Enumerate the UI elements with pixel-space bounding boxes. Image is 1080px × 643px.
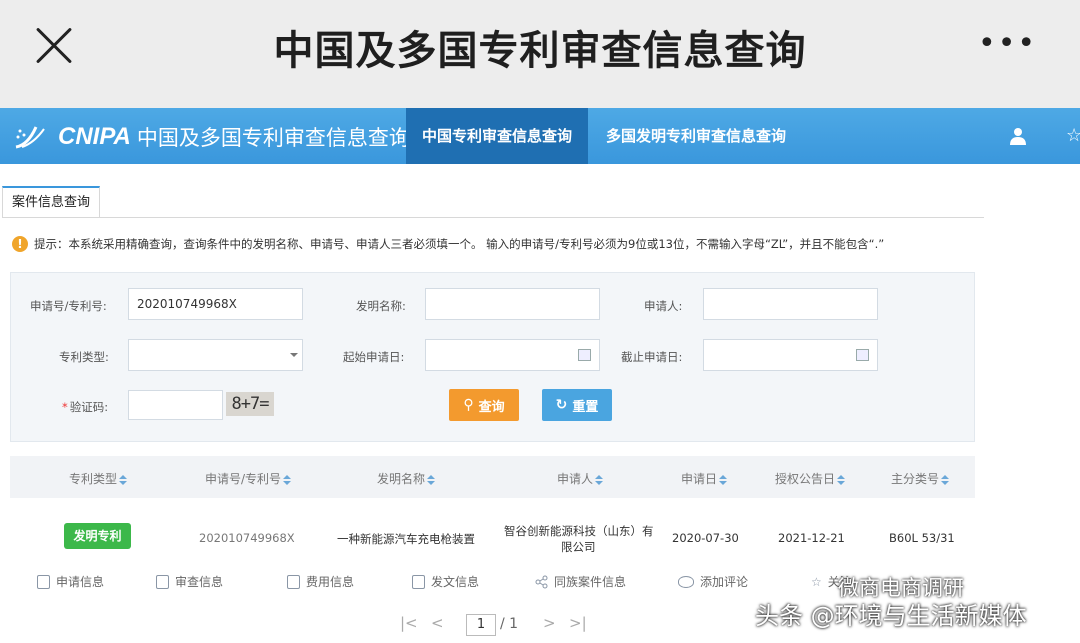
favorite-icon[interactable]: ☆ [1066,125,1080,146]
app-top-bar: 中国及多国专利审查信息查询 ••• [0,0,1080,108]
first-page-button[interactable]: |< [400,614,418,632]
chevron-down-icon [290,353,298,357]
prev-page-button[interactable]: < [431,614,444,632]
end-date-input[interactable] [703,339,878,371]
notice-bar: ! 提示：本系统采用精确查询，查询条件中的发明名称、申请号、申请人三者必须填一个… [12,236,884,252]
captcha-label-text: 验证码: [69,400,109,414]
column-header[interactable]: 申请人 [557,470,604,487]
fee-info-link[interactable]: 费用信息 [287,573,354,590]
sort-icon[interactable] [595,474,604,485]
sort-icon[interactable] [119,474,128,485]
warning-icon: ! [12,236,28,252]
invention-name-label: 发明名称: [356,299,406,313]
money-icon [287,574,300,589]
source-caption: 头条 @环境与生活新媒体 [755,602,1027,630]
search-button-label: 查询 [478,399,505,415]
column-header[interactable]: 申请日 [681,470,728,487]
dispatch-info-link[interactable]: 发文信息 [412,573,479,590]
application-number-cell[interactable]: 202010749968X [199,531,295,545]
calendar-icon[interactable] [578,349,591,361]
application-no-label: 申请号/专利号: [30,299,107,313]
column-header[interactable]: 授权公告日 [775,470,846,487]
next-page-button[interactable]: > [543,614,556,632]
sort-icon[interactable] [719,474,728,485]
grant-date-cell: 2021-12-21 [778,531,845,545]
tab-multinational-patent[interactable]: 多国发明专利审查信息查询 [590,108,802,164]
comment-icon [678,575,694,588]
search-icon: ⚲ [463,397,474,413]
sort-icon[interactable] [427,474,436,485]
page-number-input[interactable]: 1 [466,614,496,636]
more-options-icon[interactable]: ••• [978,29,1037,59]
reset-button-label: 重置 [572,399,599,415]
applicant-input[interactable] [703,288,878,320]
file-icon [412,574,425,589]
last-page-button[interactable]: >| [569,614,587,632]
user-icon[interactable] [1010,127,1026,145]
examination-info-link[interactable]: 审查信息 [156,573,223,590]
application-info-link[interactable]: 申请信息 [37,573,104,590]
page-title: 中国及多国专利审查信息查询 [273,28,807,74]
sort-icon[interactable] [941,474,950,485]
applicant-cell-line1: 智谷创新能源科技（山东）有 [504,524,654,538]
column-header[interactable]: 专利类型 [69,470,128,487]
captcha-label: * 验证码: [62,399,108,415]
start-date-input[interactable] [425,339,600,371]
filing-date-cell: 2020-07-30 [672,531,739,545]
required-mark: * [62,400,68,414]
sort-icon[interactable] [837,474,846,485]
tab-china-patent[interactable]: 中国专利审查信息查询 [406,108,589,164]
tab-case-info-query[interactable]: 案件信息查询 [2,186,101,218]
image-icon [156,574,169,589]
star-icon: ☆ [811,574,822,589]
start-date-label: 起始申请日: [343,350,405,364]
invention-title-cell[interactable]: 一种新能源汽车充电枪装置 [337,531,475,547]
patent-type-label: 专利类型: [59,350,109,364]
ipc-class-cell: B60L 53/31 [889,531,955,545]
notice-text: 提示：本系统采用精确查询，查询条件中的发明名称、申请号、申请人三者必须填一个。 … [34,237,885,251]
applicant-label: 申请人: [644,299,683,313]
reset-button[interactable]: ↻ 重置 [542,389,612,421]
document-icon [37,574,50,589]
share-icon [535,575,548,589]
column-header[interactable]: 发明名称 [377,470,436,487]
column-header[interactable]: 申请号/专利号 [205,470,292,487]
family-cases-link[interactable]: 同族案件信息 [535,573,626,590]
application-no-input[interactable]: 202010749968X [128,288,303,320]
page-total: / 1 [500,616,519,632]
applicant-cell-line2: 限公司 [561,540,596,554]
site-navbar: CNIPA 中国及多国专利审查信息查询 中国专利审查信息查询 多国发明专利审查信… [0,108,1080,164]
invention-name-input[interactable] [425,288,600,320]
logo-site-name: 中国及多国专利审查信息查询 [136,126,410,150]
calendar-icon[interactable] [856,349,869,361]
column-header[interactable]: 主分类号 [891,470,950,487]
end-date-label: 截止申请日: [621,350,683,364]
cnipa-logo-icon [15,126,45,149]
patent-type-select[interactable] [128,339,303,371]
cnipa-logo[interactable]: CNIPA 中国及多国专利审查信息查询 [14,122,410,152]
captcha-image[interactable]: 8+7= [226,392,274,416]
add-comment-link[interactable]: 添加评论 [678,573,748,590]
captcha-input[interactable] [128,390,223,420]
logo-text: CNIPA [58,123,131,150]
sort-icon[interactable] [283,474,292,485]
patent-type-badge: 发明专利 [64,523,131,549]
refresh-icon: ↻ [555,397,568,413]
search-button[interactable]: ⚲ 查询 [449,389,519,421]
